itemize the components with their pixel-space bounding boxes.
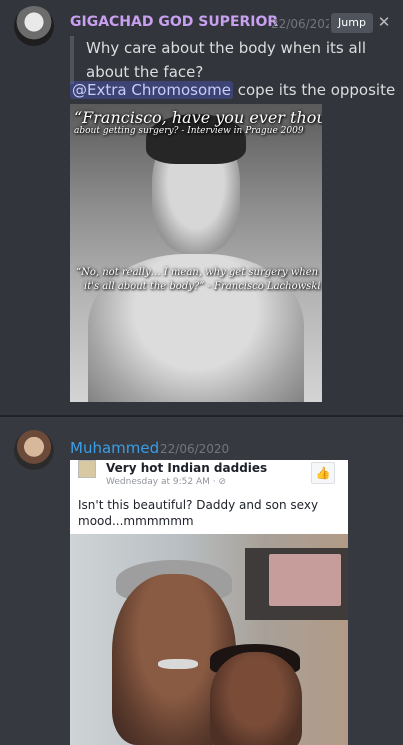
post-photo [70, 534, 348, 745]
thumbs-up-icon: 👍 [311, 462, 335, 484]
post-meta: Wednesday at 9:52 AM · ⊘ [106, 477, 226, 487]
message-gigachad: GIGACHAD GOD SUPERIOR 22/06/2020 Jump ✕ … [0, 0, 403, 417]
photo-mustache [158, 659, 198, 669]
embedded-post-screenshot[interactable]: Very hot Indian daddies Wednesday at 9:5… [70, 460, 348, 745]
timestamp: 22/06/2020 [271, 17, 329, 31]
quote-block: Why care about the body when its all abo… [70, 36, 370, 84]
message-muhammed: Muhammed 22/06/2020 Very hot Indian dadd… [0, 419, 403, 745]
image-caption-bottom: “No, not really… I mean, why get surgery… [76, 267, 319, 278]
reply-body: cope its the opposite [232, 81, 396, 99]
close-icon[interactable]: ✕ [376, 12, 392, 32]
post-body: Isn't this beautiful? Daddy and son sexy… [78, 498, 319, 528]
avatar[interactable] [14, 430, 54, 470]
post-title: Very hot Indian daddies [106, 461, 268, 475]
jump-button[interactable]: Jump [331, 13, 373, 33]
photo-person-younger [210, 652, 302, 745]
image-caption-bottom-sub: it's all about the body?” - Francisco La… [84, 281, 321, 292]
reply-text: @Extra Chromosome cope its the opposite [70, 80, 395, 100]
photo-wall-frame [245, 548, 348, 620]
image-caption-top-sub: about getting surgery? - Interview in Pr… [74, 126, 304, 136]
image-caption-top: “Francisco, have you ever thought [74, 108, 322, 127]
username[interactable]: Muhammed [70, 439, 159, 457]
timestamp: 22/06/2020 [160, 442, 230, 456]
user-mention[interactable]: @Extra Chromosome [70, 81, 233, 99]
username[interactable]: GIGACHAD GOD SUPERIOR [70, 14, 278, 30]
attached-image[interactable]: “Francisco, have you ever thought about … [70, 104, 322, 402]
page-thumbnail [78, 460, 96, 478]
avatar[interactable] [14, 6, 54, 46]
